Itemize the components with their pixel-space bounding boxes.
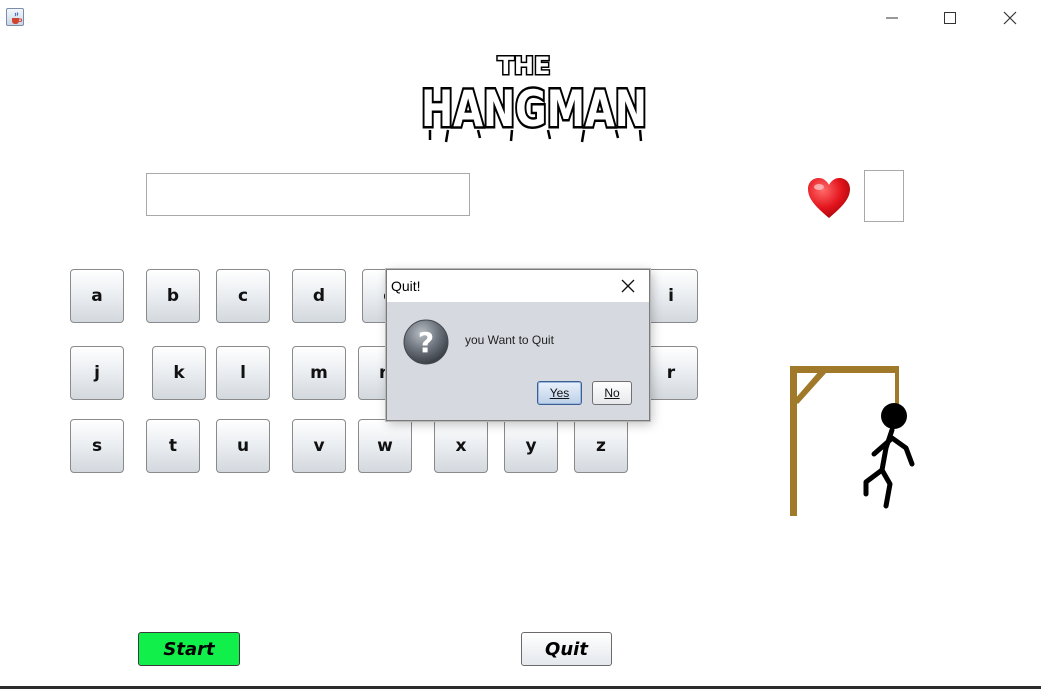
minimize-button[interactable]: [872, 6, 912, 30]
dialog-titlebar[interactable]: Quit!: [387, 270, 649, 302]
hanged-figure: [863, 403, 915, 509]
key-a[interactable]: a: [70, 269, 124, 323]
key-l[interactable]: l: [216, 346, 270, 400]
no-button[interactable]: No: [592, 381, 632, 405]
close-button[interactable]: [990, 6, 1030, 30]
key-k[interactable]: k: [152, 346, 206, 400]
maximize-icon: [944, 12, 956, 24]
key-w[interactable]: w: [358, 419, 412, 473]
key-m[interactable]: m: [292, 346, 346, 400]
svg-text:?: ?: [418, 326, 434, 359]
dialog-close-button[interactable]: [615, 274, 641, 298]
key-d[interactable]: d: [292, 269, 346, 323]
key-t[interactable]: t: [146, 419, 200, 473]
key-b[interactable]: b: [146, 269, 200, 323]
hangman-logo: THE HANGMAN: [419, 51, 650, 143]
logo-hangman-text: HANGMAN: [421, 80, 647, 138]
java-cup-icon[interactable]: [6, 8, 24, 26]
key-r[interactable]: r: [644, 346, 698, 400]
quit-button[interactable]: Quit: [521, 632, 612, 666]
key-v[interactable]: v: [292, 419, 346, 473]
app-window: THE HANGMAN a b c d e f g h i j k l m n …: [0, 0, 1041, 689]
minimize-icon: [886, 17, 898, 19]
close-icon: [1003, 11, 1017, 25]
heart-icon: [808, 178, 850, 218]
gallows-frame: [790, 366, 899, 516]
start-button[interactable]: Start: [138, 632, 240, 666]
dialog-message: you Want to Quit: [465, 333, 554, 347]
key-s[interactable]: s: [70, 419, 124, 473]
question-icon: ?: [403, 319, 449, 365]
key-u[interactable]: u: [216, 419, 270, 473]
hangman-drawing: [790, 366, 915, 516]
key-x[interactable]: x: [434, 419, 488, 473]
key-y[interactable]: y: [504, 419, 558, 473]
logo-the-text: THE: [498, 52, 551, 80]
maximize-button[interactable]: [930, 6, 970, 30]
close-icon: [621, 279, 635, 293]
lives-counter: [864, 170, 904, 222]
quit-dialog: Quit! ? you Want to Quit Yes No: [386, 269, 650, 421]
key-z[interactable]: z: [574, 419, 628, 473]
dialog-title: Quit!: [391, 278, 421, 294]
key-j[interactable]: j: [70, 346, 124, 400]
yes-button[interactable]: Yes: [537, 381, 582, 405]
key-c[interactable]: c: [216, 269, 270, 323]
guess-word-field[interactable]: [146, 173, 470, 216]
key-i[interactable]: i: [644, 269, 698, 323]
